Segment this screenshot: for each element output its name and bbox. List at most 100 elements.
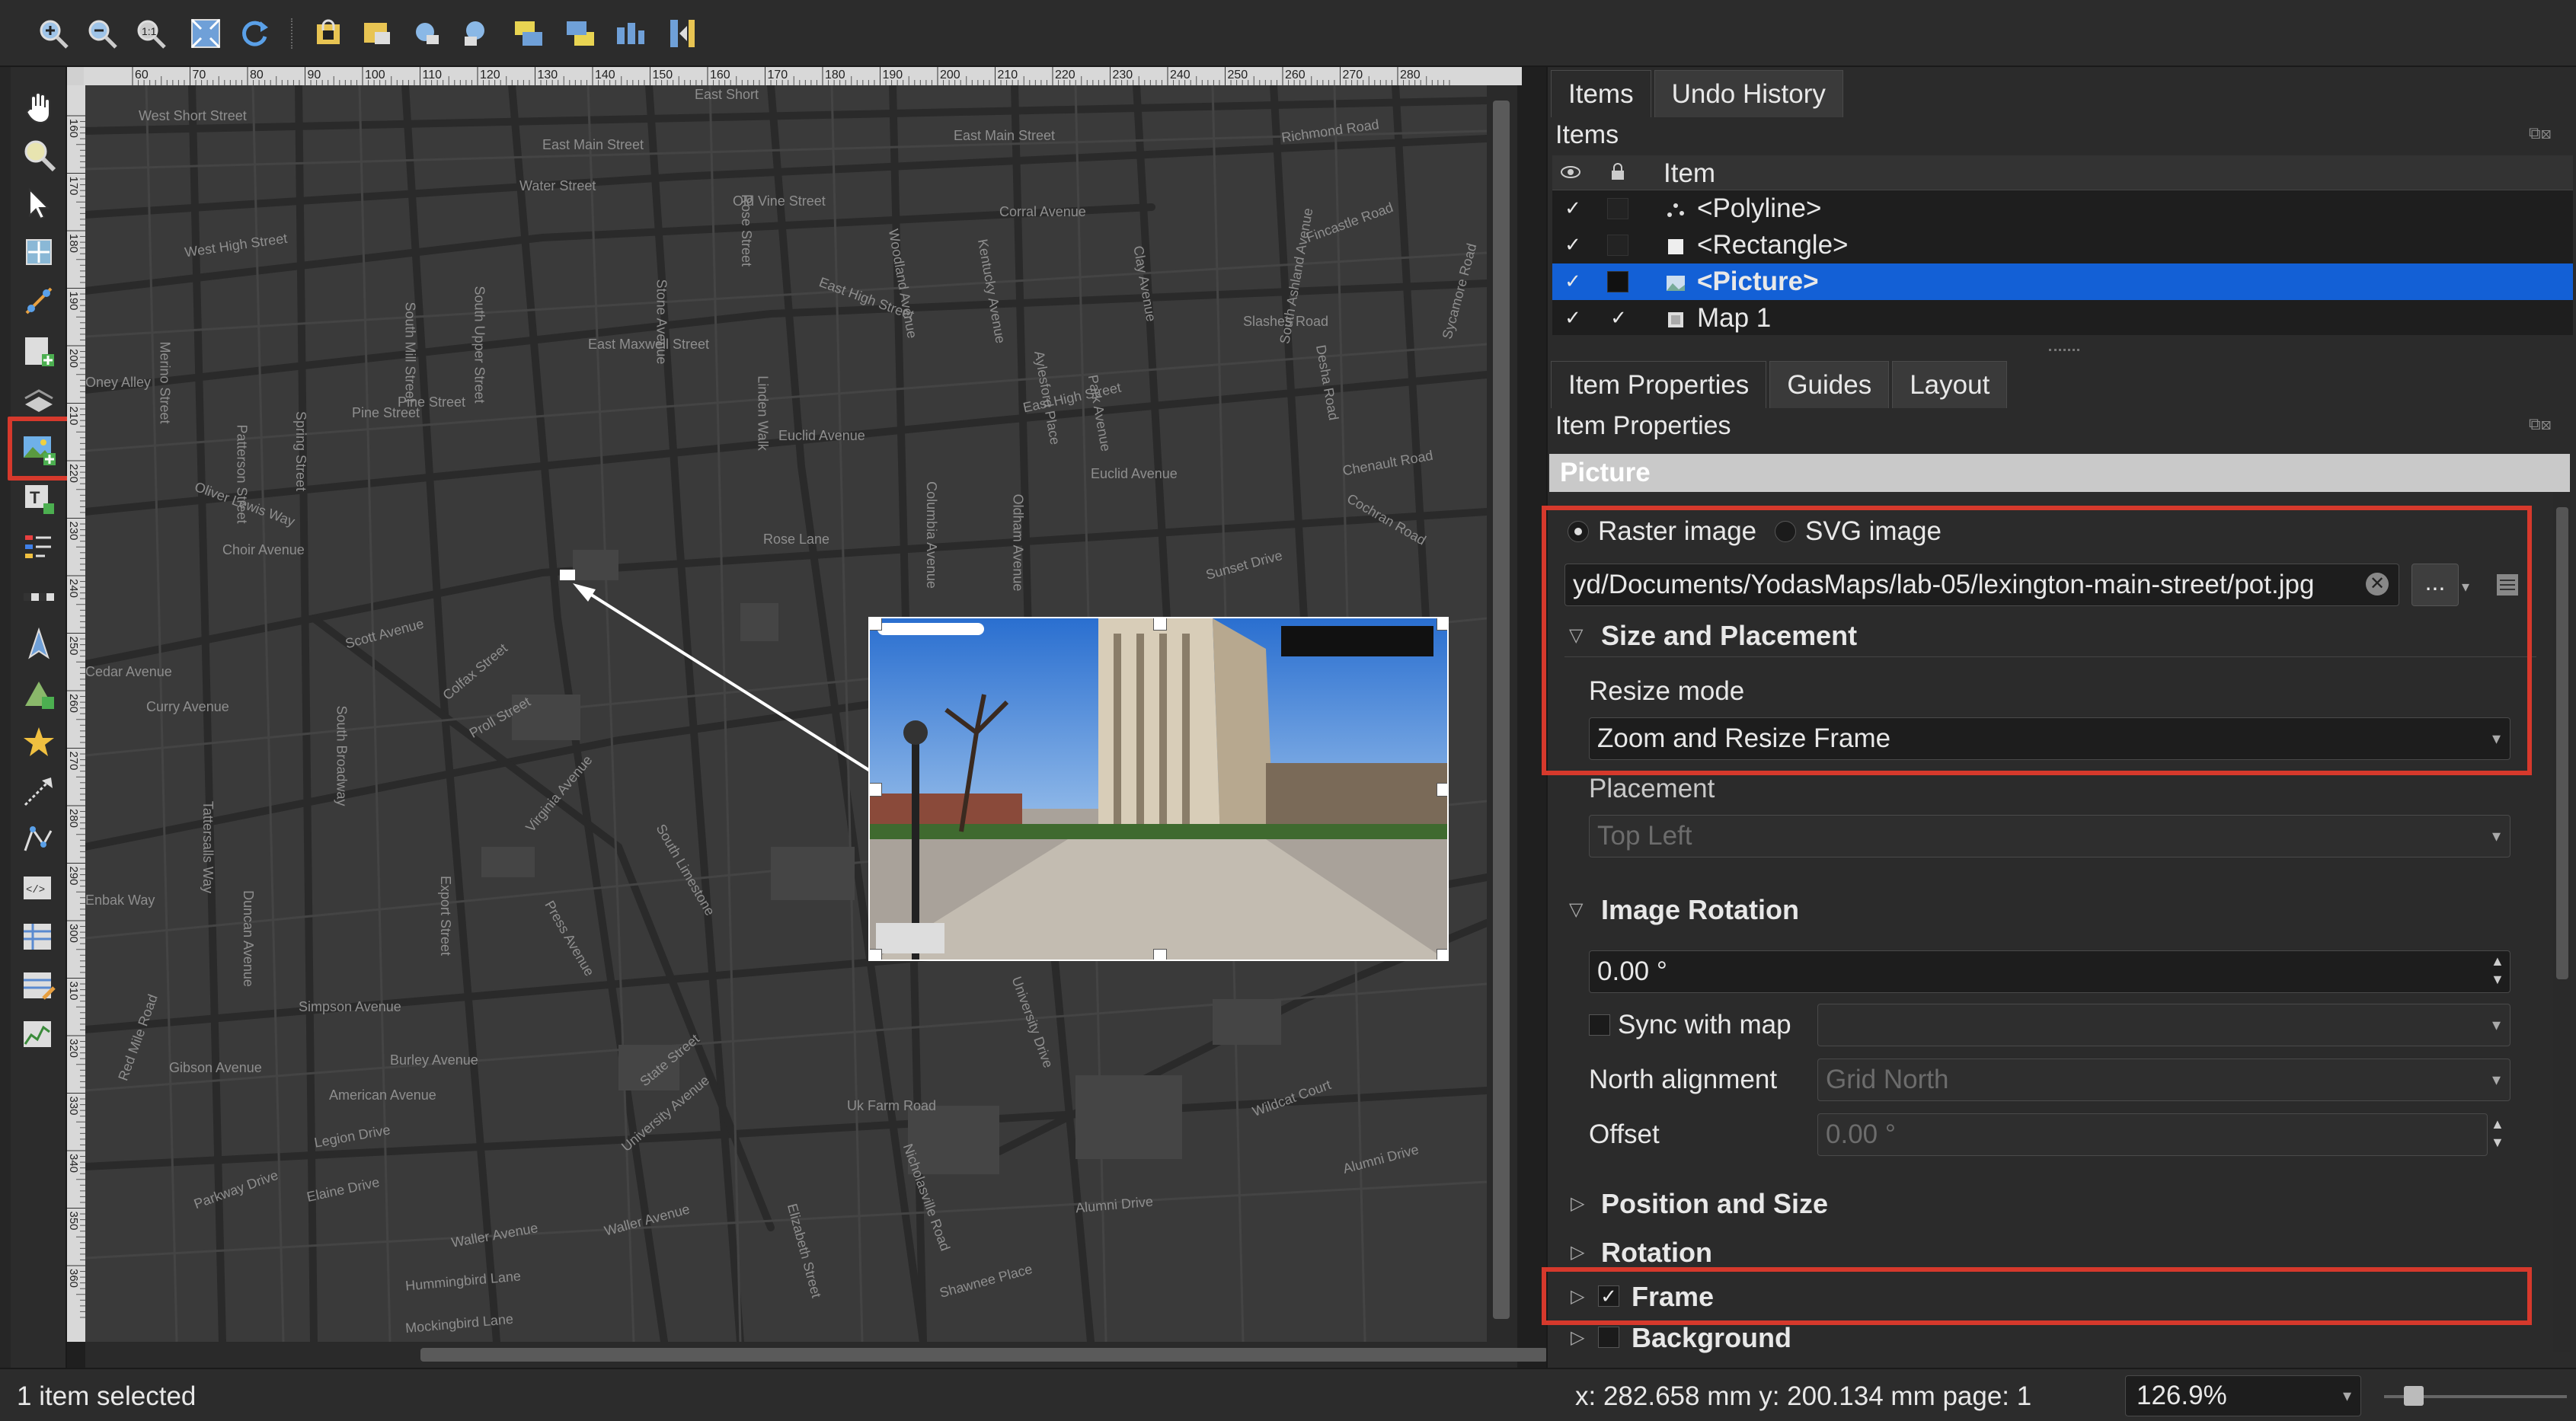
ruler-label: 260 [67, 694, 80, 713]
add-polygon-icon[interactable] [17, 818, 61, 862]
street-label: Euclid Avenue [778, 428, 865, 443]
ruler-label: 230 [67, 522, 80, 541]
canvas-horizontal-scrollbar[interactable] [85, 1342, 1548, 1368]
expand-triangle-icon[interactable]: ▷ [1571, 1193, 1584, 1215]
north-alignment-select[interactable]: Grid North ▾ [1817, 1059, 2510, 1101]
lock-checkbox[interactable] [1607, 235, 1628, 256]
expand-triangle-icon[interactable]: ▷ [1571, 1327, 1584, 1349]
street-label: East Main Street [542, 137, 644, 152]
rotation-group[interactable]: Rotation [1601, 1237, 1712, 1269]
add-label-icon[interactable]: T [17, 477, 61, 521]
visibility-checkbox[interactable]: ✓ [1563, 271, 1583, 291]
lower-icon[interactable] [561, 14, 600, 53]
ruler-label: 220 [67, 464, 80, 483]
distribute-icon[interactable] [663, 14, 702, 53]
tab-undo-history[interactable]: Undo History [1654, 70, 1843, 117]
ruler-label: 200 [940, 69, 960, 81]
add-arrow-icon[interactable] [17, 769, 61, 813]
item-row-picture[interactable]: ✓ <Picture> [1552, 263, 2573, 300]
add-shape-icon[interactable] [17, 672, 61, 716]
street-label: Duncan Avenue [240, 890, 256, 987]
properties-scrollbar[interactable] [2553, 492, 2571, 1352]
picture-icon [1667, 276, 1685, 291]
unlock-items-icon[interactable] [358, 14, 398, 53]
properties-tabs: Item Properties Guides Layout [1551, 361, 2008, 408]
lock-checkbox[interactable] [1607, 271, 1628, 292]
background-group[interactable]: Background [1632, 1322, 1791, 1354]
sync-map-select[interactable]: ▾ [1817, 1004, 2510, 1046]
placement-select[interactable]: Top Left ▾ [1589, 815, 2510, 857]
ruler-label: 270 [67, 752, 80, 771]
ruler-label: 210 [67, 407, 80, 426]
visibility-checkbox[interactable]: ✓ [1563, 308, 1583, 327]
zoom-full-icon[interactable] [186, 14, 225, 53]
expand-triangle-icon[interactable]: ▷ [1571, 1241, 1584, 1263]
raise-icon[interactable] [509, 14, 548, 53]
tab-guides[interactable]: Guides [1769, 361, 1890, 408]
position-size-group[interactable]: Position and Size [1601, 1188, 1828, 1220]
polyline-start-marker[interactable] [560, 570, 575, 580]
lock-items-icon[interactable] [309, 14, 349, 53]
add-html-icon[interactable]: </> [17, 867, 61, 911]
visibility-checkbox[interactable]: ✓ [1563, 235, 1583, 254]
zoom-slider-knob[interactable] [2404, 1386, 2424, 1406]
tab-item-properties[interactable]: Item Properties [1551, 361, 1767, 408]
align-icon[interactable] [611, 14, 650, 53]
ruler-label: 140 [595, 69, 615, 81]
move-content-icon[interactable] [17, 230, 61, 274]
refresh-icon[interactable] [235, 14, 274, 53]
offset-spinbox[interactable]: 0.00 ° [1817, 1113, 2488, 1156]
add-marker-icon[interactable] [17, 720, 61, 765]
street-label: Merino Street [157, 341, 173, 424]
add-3d-map-icon[interactable] [17, 378, 61, 422]
canvas-vertical-scrollbar[interactable] [1487, 85, 1517, 1342]
tab-layout[interactable]: Layout [1892, 361, 2008, 408]
add-fixed-table-icon[interactable] [17, 964, 61, 1008]
collapse-triangle-icon[interactable]: ▽ [1569, 899, 1583, 921]
street-label: Rose Street [739, 193, 755, 267]
item-row-polyline[interactable]: ✓ <Polyline> [1552, 190, 2573, 227]
select-icon[interactable] [17, 181, 61, 225]
eye-icon [1561, 166, 1580, 178]
pan-icon[interactable] [17, 85, 61, 129]
dock-float-icon[interactable]: ⧉⊠ [2529, 123, 2552, 143]
sync-with-map-checkbox[interactable] [1589, 1014, 1610, 1036]
zoom-in-icon[interactable] [34, 14, 73, 53]
item-row-rectangle[interactable]: ✓ <Rectangle> [1552, 227, 2573, 263]
picture-item[interactable] [868, 617, 1449, 961]
vertical-ruler[interactable]: 160 170 180 190 200 210 220 230 240 250 260 270 280 2… [67, 85, 85, 1342]
group-icon[interactable] [408, 14, 448, 53]
add-legend-icon[interactable] [17, 525, 61, 570]
rotation-spinbox[interactable]: 0.00 ° [1589, 950, 2510, 993]
lock-checkbox[interactable]: ✓ [1609, 308, 1628, 327]
zoom-icon[interactable] [17, 133, 61, 177]
zoom-out-icon[interactable] [82, 14, 122, 53]
splitter-handle[interactable] [2049, 349, 2079, 351]
ruler-label: 280 [67, 809, 80, 828]
zoom-actual-icon[interactable]: 1:1 [131, 14, 171, 53]
street-label: Euclid Avenue [1091, 466, 1178, 481]
ruler-label: 100 [365, 69, 385, 81]
zoom-level-combo[interactable]: 126.9% ▾ [2125, 1375, 2361, 1416]
spin-arrows-icon[interactable]: ▲ ▼ [2491, 952, 2504, 988]
background-checkbox[interactable] [1598, 1327, 1619, 1348]
edit-nodes-icon[interactable] [17, 279, 61, 323]
spin-arrows-icon[interactable]: ▲ ▼ [2491, 1115, 2504, 1151]
dock-float-icon[interactable]: ⧉⊠ [2529, 414, 2552, 434]
horizontal-ruler[interactable]: 60 70 80 90 100 110 120 130 140 150 160 170 180 190 20… [84, 67, 1522, 85]
street-label: Rose Lane [763, 532, 830, 547]
item-name: Map 1 [1697, 303, 1772, 333]
item-row-map[interactable]: ✓ ✓ Map 1 [1552, 300, 2573, 337]
street-label: Corral Avenue [999, 204, 1086, 219]
image-rotation-group[interactable]: Image Rotation [1601, 894, 1799, 926]
ruler-label: 290 [67, 867, 80, 886]
lock-checkbox[interactable] [1607, 198, 1628, 219]
tab-items[interactable]: Items [1551, 70, 1651, 117]
add-map-icon[interactable] [17, 329, 61, 373]
add-attribute-table-icon[interactable] [17, 915, 61, 960]
add-elevation-profile-icon[interactable] [17, 1013, 61, 1057]
visibility-checkbox[interactable]: ✓ [1563, 198, 1583, 218]
ungroup-icon[interactable] [457, 14, 497, 53]
add-north-arrow-icon[interactable] [17, 623, 61, 667]
add-scalebar-icon[interactable] [17, 574, 61, 618]
